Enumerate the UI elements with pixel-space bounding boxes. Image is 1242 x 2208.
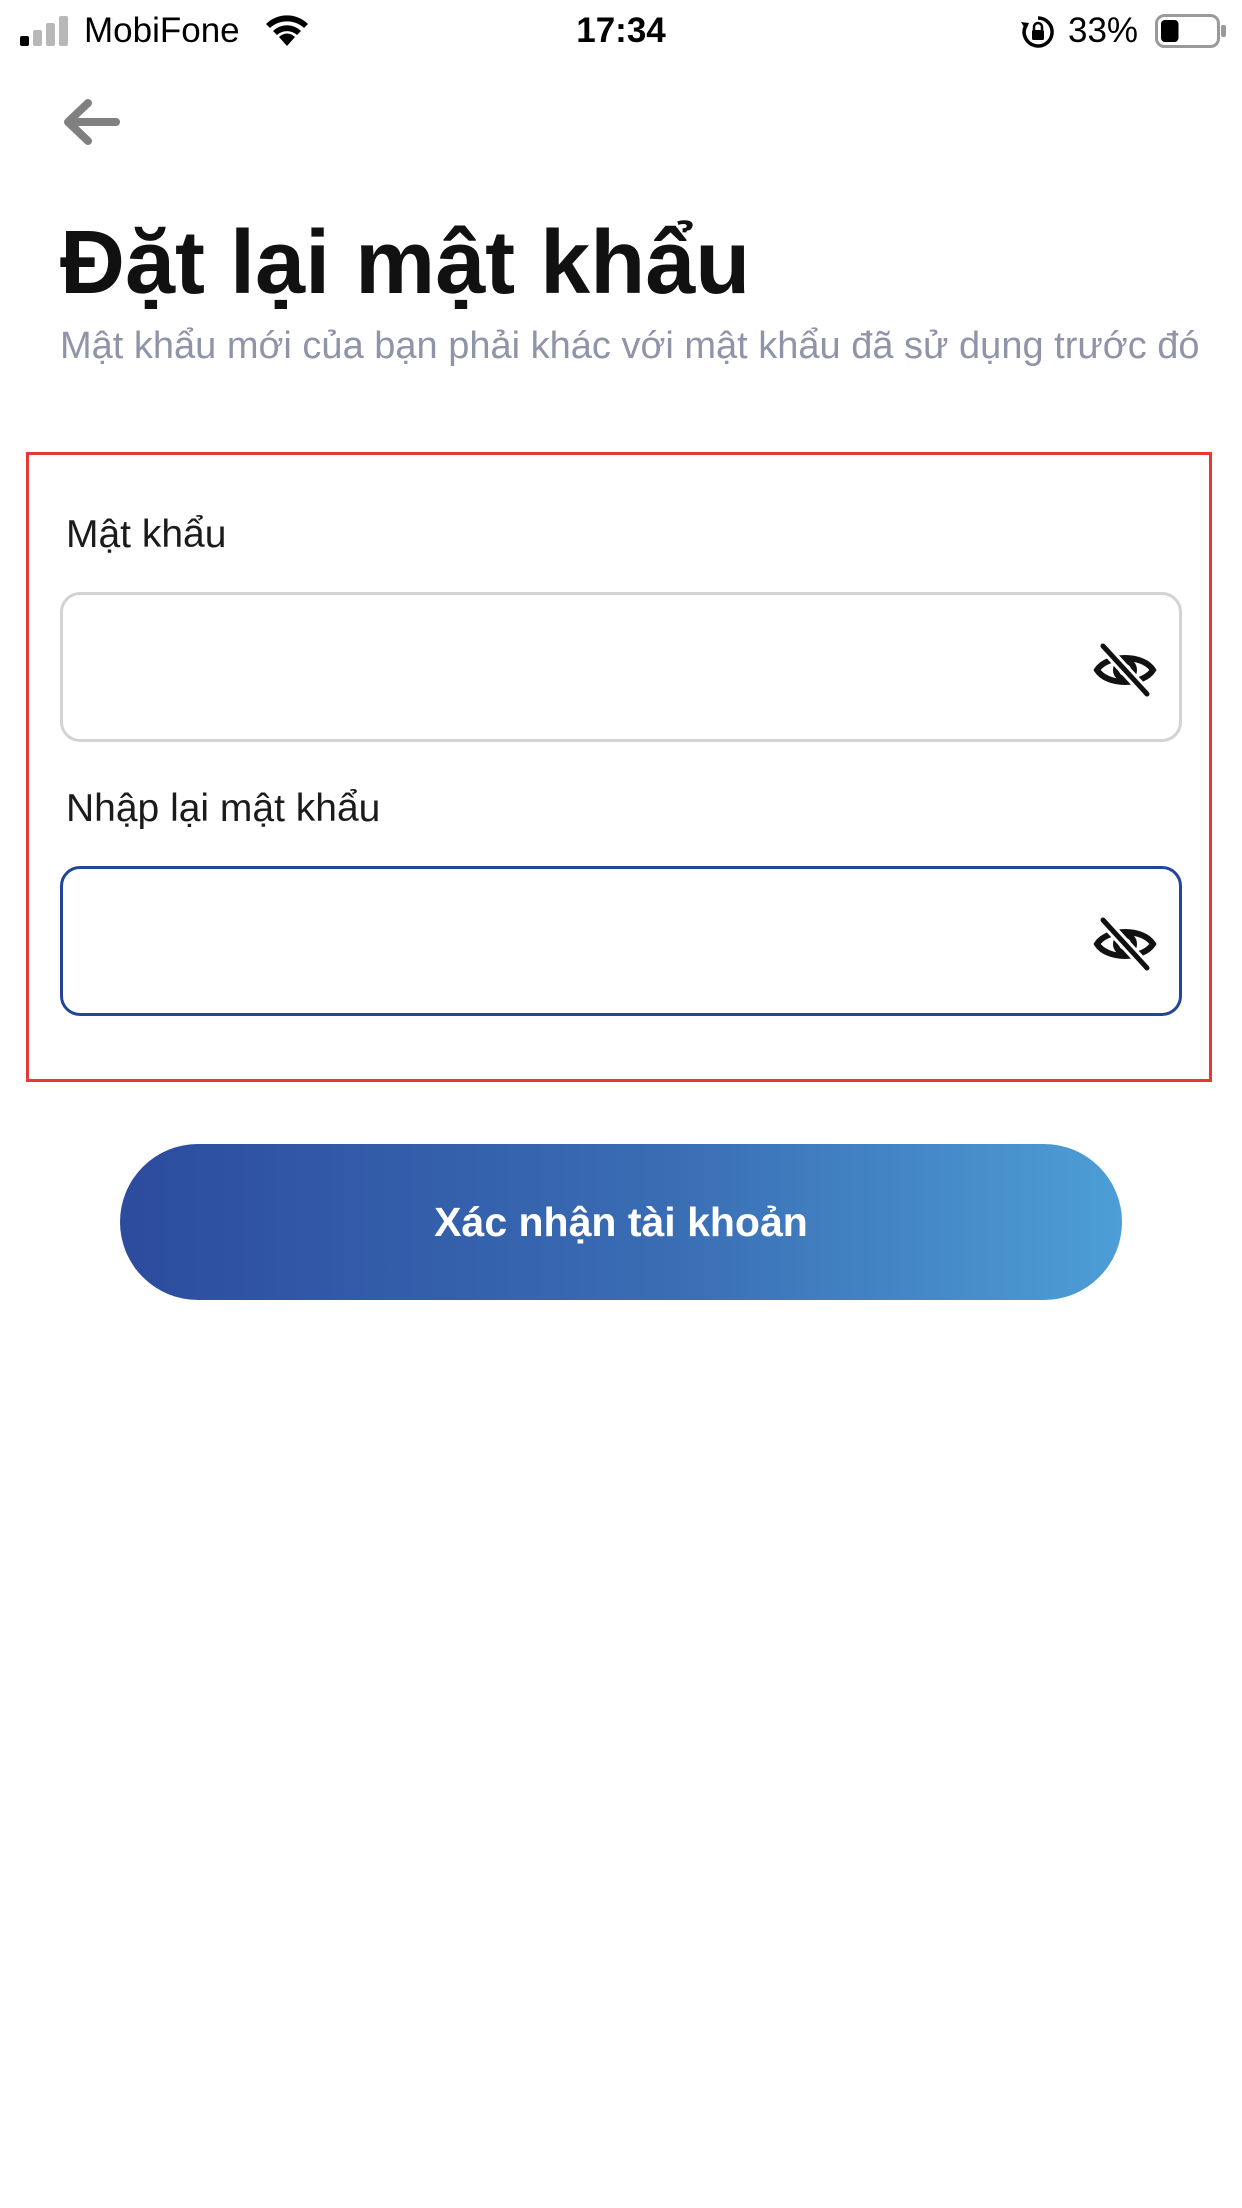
confirm-password-input[interactable] [93,869,1057,1015]
eye-off-icon[interactable] [1093,912,1157,976]
rotation-lock-icon [1021,16,1054,48]
password-label: Mật khẩu [66,513,227,556]
confirm-password-label: Nhập lại mật khẩu [66,787,381,830]
confirm-password-field[interactable] [60,866,1182,1016]
confirm-account-button[interactable]: Xác nhận tài khoản [120,1144,1122,1300]
page-subtitle: Mật khẩu mới của bạn phải khác với mật k… [60,325,1200,367]
eye-off-icon[interactable] [1093,638,1157,702]
page-title: Đặt lại mật khẩu [60,213,751,313]
password-input[interactable] [93,595,1057,741]
password-field[interactable] [60,592,1182,742]
battery-fill [1161,20,1179,42]
battery-percent: 33% [1068,11,1139,50]
reset-password-screen: MobiFone 17:34 33% Đặt lại mật khẩu Mật … [0,0,1242,2208]
arrow-left-icon [64,99,120,145]
battery-icon [1155,14,1226,48]
back-button[interactable] [54,92,126,152]
status-bar: MobiFone 17:34 33% [0,0,1242,64]
